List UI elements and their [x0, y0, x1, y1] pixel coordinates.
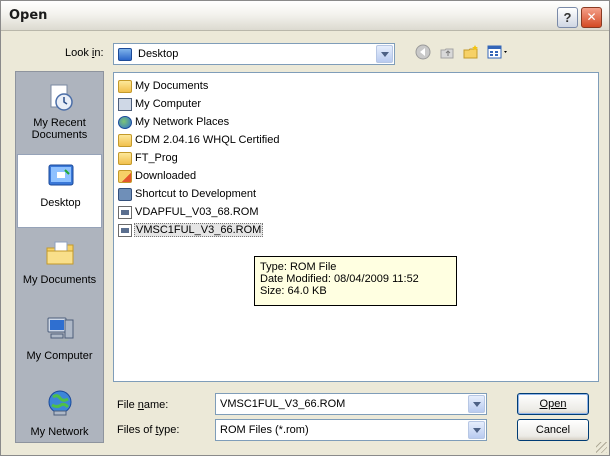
- place-my-network[interactable]: My Network: [17, 384, 102, 442]
- file-list[interactable]: My Documents My Computer My Network Plac…: [113, 72, 599, 382]
- file-name: My Documents: [135, 80, 209, 92]
- file-name-input[interactable]: VMSC1FUL_V3_66.ROM: [220, 398, 345, 410]
- file-name: My Computer: [135, 98, 202, 110]
- place-desktop[interactable]: Desktop: [17, 154, 102, 228]
- help-button[interactable]: ?: [557, 7, 578, 28]
- my-computer-icon: [45, 314, 75, 344]
- place-my-documents[interactable]: My Documents: [17, 232, 102, 306]
- my-documents-icon: [45, 238, 75, 268]
- folder-icon: [118, 134, 132, 147]
- network-places-icon: [118, 116, 132, 129]
- recent-documents-icon: [45, 82, 75, 112]
- place-label: My Computer: [26, 350, 93, 362]
- file-name-label: File name:: [117, 399, 169, 411]
- file-name: FT_Prog: [135, 152, 178, 164]
- look-in-value: Desktop: [138, 48, 179, 60]
- views-icon[interactable]: [485, 44, 511, 64]
- file-name: CDM 2.04.16 WHQL Certified: [135, 134, 280, 146]
- up-folder-icon[interactable]: [437, 44, 457, 64]
- new-folder-icon[interactable]: [461, 44, 481, 64]
- open-dialog: Open ? ✕ Look in: Desktop My Recent Docu…: [0, 0, 610, 456]
- shortcut-icon: [118, 188, 132, 201]
- rom-file-icon: [118, 206, 132, 219]
- desktop-icon: [46, 161, 76, 191]
- file-info-tooltip: Type: ROM File Date Modified: 08/04/2009…: [254, 256, 457, 306]
- file-name: VMSC1FUL_V3_66.ROM: [134, 223, 264, 237]
- chevron-down-icon[interactable]: [376, 45, 393, 63]
- chevron-down-icon[interactable]: [468, 395, 485, 413]
- file-type-label: Files of type:: [117, 424, 180, 436]
- file-name: Shortcut to Development: [135, 188, 257, 200]
- window-title: Open: [9, 8, 48, 23]
- folder-icon: [118, 152, 132, 165]
- network-places-icon: [45, 388, 75, 418]
- place-label: My Network: [30, 426, 89, 438]
- place-my-computer[interactable]: My Computer: [17, 308, 102, 382]
- file-type-value: ROM Files (*.rom): [220, 424, 309, 436]
- desktop-icon: [118, 48, 132, 61]
- look-in-combo[interactable]: Desktop: [113, 43, 395, 65]
- tooltip-type: Type: ROM File: [260, 261, 337, 273]
- my-computer-icon: [118, 98, 132, 111]
- rom-file-icon: [118, 224, 132, 237]
- tooltip-modified: Date Modified: 08/04/2009 11:52: [260, 273, 419, 285]
- file-name: My Network Places: [135, 116, 230, 128]
- chevron-down-icon[interactable]: [468, 421, 485, 439]
- my-documents-icon: [118, 80, 132, 93]
- file-name: VDAPFUL_V03_68.ROM: [135, 206, 259, 218]
- place-label: My Documents: [22, 274, 97, 286]
- file-name: Downloaded: [135, 170, 197, 182]
- place-label: Desktop: [40, 197, 81, 209]
- open-label: Open: [539, 398, 567, 410]
- look-in-label: Look in:: [65, 47, 104, 59]
- resize-grip[interactable]: [596, 442, 607, 453]
- tooltip-size: Size: 64.0 KB: [260, 285, 327, 297]
- places-bar: My Recent Documents Desktop My Documents…: [15, 71, 104, 443]
- file-name-combo[interactable]: VMSC1FUL_V3_66.ROM: [215, 393, 487, 415]
- place-my-recent-documents[interactable]: My Recent Documents: [17, 76, 102, 150]
- folder-icon: [118, 170, 132, 183]
- title-bar[interactable]: Open ? ✕: [1, 1, 609, 31]
- file-type-combo[interactable]: ROM Files (*.rom): [215, 419, 487, 441]
- place-label: My Recent Documents: [31, 117, 88, 141]
- open-button[interactable]: Open: [517, 393, 589, 415]
- close-button[interactable]: ✕: [581, 7, 602, 28]
- back-icon[interactable]: [413, 44, 433, 64]
- cancel-button[interactable]: Cancel: [517, 419, 589, 441]
